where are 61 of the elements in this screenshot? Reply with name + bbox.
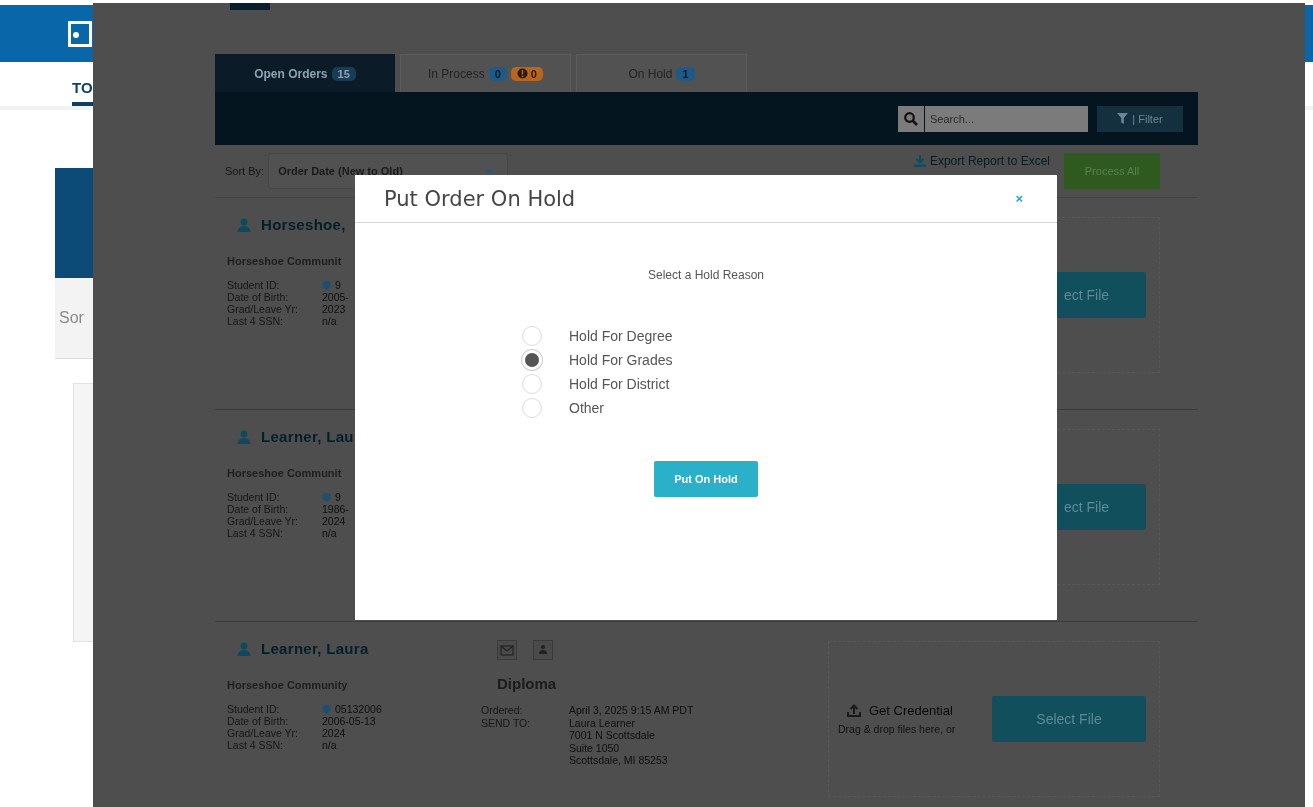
download-icon <box>913 155 926 167</box>
select-file-button[interactable]: ect File <box>1056 272 1146 318</box>
search-icon <box>904 111 918 126</box>
envelope-icon <box>497 640 517 660</box>
reason-label[interactable]: Other <box>569 400 604 416</box>
field-value: 2024 <box>322 727 346 739</box>
student-name-link[interactable]: Learner, Lau <box>261 428 354 445</box>
ordered-date: April 3, 2025 9:15 AM PDT <box>569 704 695 717</box>
select-file-button[interactable]: Select File <box>992 696 1146 742</box>
address-line: Laura Learner <box>569 716 636 729</box>
address-line: Scottsdale, MI 85253 <box>569 754 669 767</box>
shield-icon <box>322 280 331 290</box>
alert-badge: 0 <box>510 66 543 81</box>
shield-icon <box>322 704 331 714</box>
logo-icon <box>68 20 92 47</box>
prompt-text: Select a Hold Reason <box>646 268 766 282</box>
header-block <box>230 3 270 10</box>
upload-icon <box>847 704 861 717</box>
field-value: 2023 <box>322 303 346 315</box>
sort-label: Sor <box>58 309 84 327</box>
close-button[interactable]: × <box>1011 191 1027 206</box>
put-on-hold-button[interactable]: Put On Hold <box>654 461 758 497</box>
field-value: n/a <box>322 315 337 327</box>
field-value: 9 <box>335 279 341 291</box>
radio-button[interactable] <box>522 374 542 394</box>
user-icon <box>237 641 251 656</box>
reason-label[interactable]: Hold For Grades <box>569 352 673 368</box>
sort-label: Sort By: <box>225 165 265 177</box>
count-badge: 15 <box>331 66 356 81</box>
count-badge: 0 <box>488 66 507 81</box>
shield-icon <box>322 492 331 502</box>
filter-icon <box>1117 113 1129 124</box>
address-line: 7001 N Scottsdale <box>569 729 656 742</box>
count-badge: 1 <box>676 66 695 81</box>
field-value: n/a <box>322 739 337 751</box>
field-value: 1986- <box>322 503 349 515</box>
filter-button[interactable]: | Filter <box>1097 105 1183 132</box>
reason-label[interactable]: Hold For District <box>569 376 670 392</box>
tab[interactable]: Open Orders 15 <box>215 54 395 92</box>
field-value: n/a <box>322 527 337 539</box>
field-value: 9 <box>335 491 341 503</box>
person-icon <box>533 640 553 660</box>
export-link[interactable]: Export Report to Excel <box>913 154 1050 168</box>
address-line: Suite 1050 <box>569 741 621 754</box>
field-value: 05132006 <box>335 703 382 715</box>
tab-label: Open Orders <box>254 66 328 81</box>
dialog-title: Put Order On Hold <box>384 186 576 211</box>
alert-icon <box>516 68 528 79</box>
radio-button[interactable] <box>522 326 542 346</box>
field-value: 2005- <box>322 291 349 303</box>
student-name-link[interactable]: Horseshoe, <box>261 216 346 233</box>
user-icon <box>237 429 251 444</box>
student-name-link[interactable]: Learner, Laura <box>261 640 369 657</box>
search-field[interactable]: Search... <box>925 105 1088 132</box>
field-value: 2006-05-13 <box>322 715 376 727</box>
select-file-button[interactable]: ect File <box>1056 484 1146 530</box>
credential-title: Get Credential <box>869 703 953 718</box>
radio-button[interactable] <box>522 398 542 418</box>
user-icon <box>237 217 251 232</box>
reason-label[interactable]: Hold For Degree <box>569 328 673 344</box>
field-value: 2024 <box>322 515 346 527</box>
